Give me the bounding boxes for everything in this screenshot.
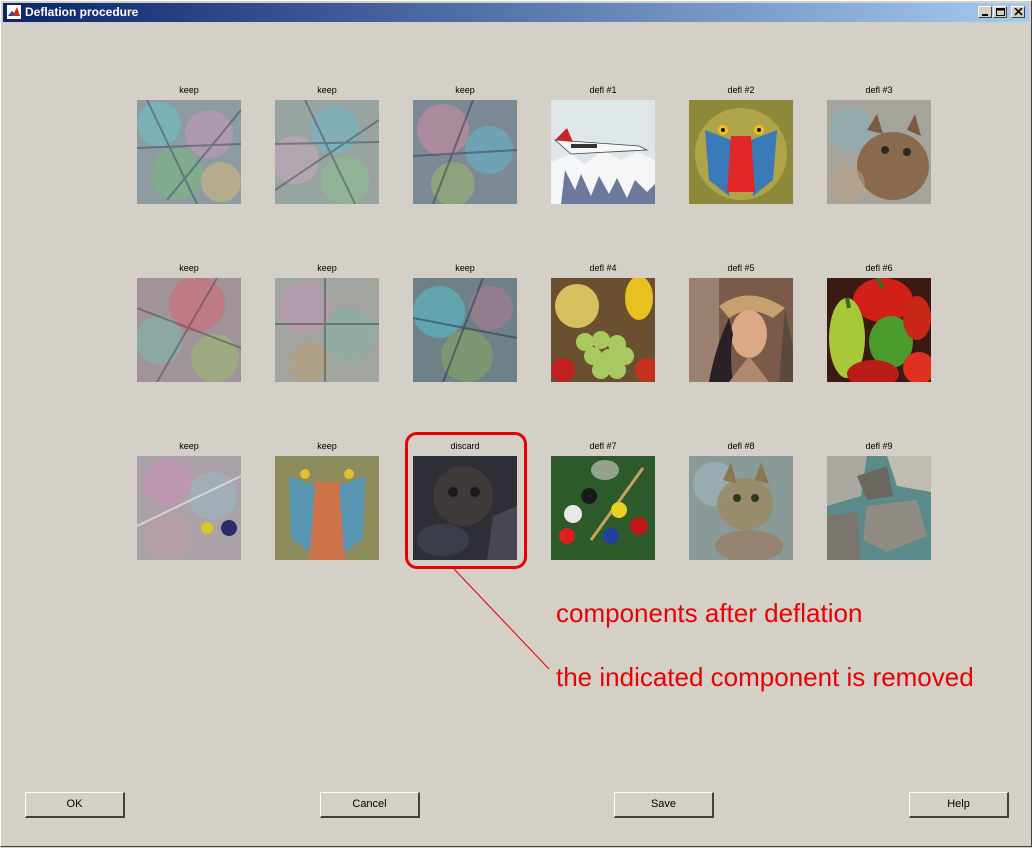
component-image	[551, 278, 655, 382]
fruits-image	[551, 278, 655, 382]
component-image	[275, 278, 379, 382]
component-image	[137, 100, 241, 204]
peppers-image	[827, 278, 931, 382]
tile-label: defl #6	[865, 263, 893, 273]
mixed-component-image	[413, 278, 517, 382]
mixed-component-image	[275, 456, 379, 560]
tile-label: defl #4	[589, 263, 617, 273]
window-title: Deflation procedure	[25, 5, 139, 19]
mixed-component-image	[413, 100, 517, 204]
annotation-component-removed: the indicated component is removed	[556, 662, 974, 692]
component-image	[689, 456, 793, 560]
component-image	[689, 278, 793, 382]
mixed-component-image	[275, 278, 379, 382]
close-button[interactable]	[1011, 6, 1025, 18]
tile-label: defl #8	[727, 441, 755, 451]
rocks-image	[827, 456, 931, 560]
mixed-component-image	[137, 456, 241, 560]
component-image	[137, 456, 241, 560]
tile-label: defl #9	[865, 441, 893, 451]
title-bar: Deflation procedure	[3, 3, 1029, 22]
tile-label: keep	[179, 85, 199, 95]
mixed-cat-image	[689, 456, 793, 560]
portrait-image	[689, 278, 793, 382]
save-button[interactable]: Save	[614, 792, 714, 818]
component-image	[827, 100, 931, 204]
tile-label: keep	[179, 263, 199, 273]
maximize-icon	[996, 8, 1005, 16]
airplane-image	[551, 100, 655, 204]
tile-label: defl #1	[589, 85, 617, 95]
minimize-icon	[982, 14, 988, 16]
component-image	[551, 100, 655, 204]
mixed-component-image	[137, 278, 241, 382]
tile-label: keep	[317, 85, 337, 95]
component-image	[137, 278, 241, 382]
deflation-window: Deflation procedure keep keep keep defl …	[0, 0, 1032, 847]
component-image	[827, 456, 931, 560]
mandrill-image	[689, 100, 793, 204]
component-image	[689, 100, 793, 204]
billiards-image	[551, 456, 655, 560]
close-icon	[1014, 8, 1023, 16]
matlab-logo-icon	[7, 5, 21, 19]
tile-label: defl #2	[727, 85, 755, 95]
component-image	[827, 278, 931, 382]
ok-button[interactable]: OK	[25, 792, 125, 818]
component-image	[275, 100, 379, 204]
component-image	[413, 278, 517, 382]
minimize-button[interactable]	[978, 6, 992, 18]
tile-label: keep	[179, 441, 199, 451]
tile-label: defl #3	[865, 85, 893, 95]
cancel-button[interactable]: Cancel	[320, 792, 420, 818]
help-button[interactable]: Help	[909, 792, 1009, 818]
tile-label: keep	[455, 263, 475, 273]
discard-highlight	[405, 432, 527, 569]
tile-label: keep	[317, 441, 337, 451]
component-image	[551, 456, 655, 560]
maximize-button[interactable]	[993, 6, 1007, 18]
mixed-component-image	[137, 100, 241, 204]
component-image	[275, 456, 379, 560]
tile-label: defl #5	[727, 263, 755, 273]
component-image	[413, 100, 517, 204]
mixed-component-image	[275, 100, 379, 204]
tile-label: defl #7	[589, 441, 617, 451]
annotation-components-after-deflation: components after deflation	[556, 598, 863, 628]
tile-label: keep	[317, 263, 337, 273]
cat-image	[827, 100, 931, 204]
tile-label: keep	[455, 85, 475, 95]
